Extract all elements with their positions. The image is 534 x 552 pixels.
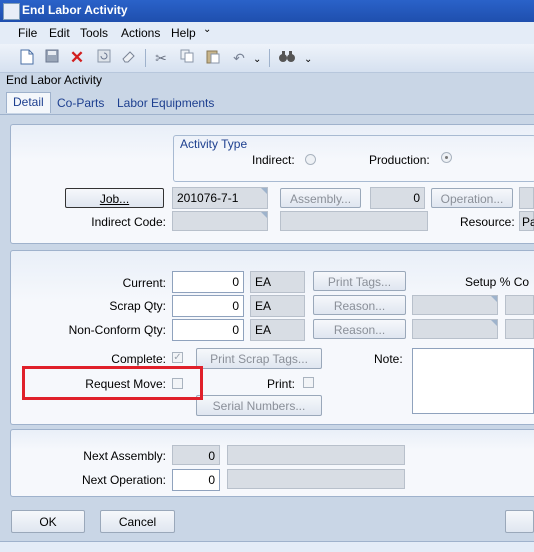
undo-icon[interactable]: ↶ xyxy=(230,49,248,67)
scrap-reason-desc xyxy=(505,295,534,315)
indirect-code-desc xyxy=(280,211,428,231)
status-bar xyxy=(0,541,534,552)
tab-detail[interactable]: Detail xyxy=(6,92,51,113)
menu-file[interactable]: File xyxy=(18,26,37,40)
print-label: Print: xyxy=(267,377,296,391)
next-operation-field[interactable]: 0 xyxy=(172,469,220,491)
nonconform-qty-field[interactable]: 0 xyxy=(172,319,244,341)
next-assembly-label: Next Assembly: xyxy=(83,449,166,463)
resource-label: Resource: xyxy=(460,215,515,229)
highlight-box xyxy=(22,366,203,400)
title-bar: End Labor Activity xyxy=(0,0,534,22)
indirect-code-field[interactable] xyxy=(172,211,268,231)
menu-help[interactable]: Help xyxy=(171,26,196,40)
current-uom-field: EA xyxy=(250,271,305,293)
activity-type-label: Activity Type xyxy=(180,137,248,151)
clear-icon[interactable] xyxy=(120,49,138,67)
help-dropdown-arrow[interactable]: ⌄ xyxy=(203,24,211,35)
form-caption: End Labor Activity xyxy=(6,73,103,87)
next-assembly-field[interactable]: 0 xyxy=(172,445,220,465)
extra-button[interactable] xyxy=(505,510,534,533)
app-icon xyxy=(3,3,20,20)
indirect-code-label: Indirect Code: xyxy=(91,215,166,229)
new-icon[interactable] xyxy=(18,49,36,67)
paste-icon[interactable] xyxy=(204,49,222,67)
menu-tools[interactable]: Tools xyxy=(80,26,108,40)
scrap-uom-field: EA xyxy=(250,295,305,317)
menu-bar: File Edit Tools Actions Help ⌄ xyxy=(0,22,534,44)
operation-button[interactable]: Operation... xyxy=(431,188,513,208)
scrap-reason-field[interactable] xyxy=(412,295,498,315)
current-label: Current: xyxy=(122,276,166,290)
job-button[interactable]: Job... xyxy=(65,188,164,208)
note-label: Note: xyxy=(374,352,403,366)
nonconform-reason-field[interactable] xyxy=(412,319,498,339)
cancel-button[interactable]: Cancel xyxy=(100,510,175,533)
tab-labor-equipments[interactable]: Labor Equipments xyxy=(117,96,214,110)
production-label: Production: xyxy=(369,153,430,167)
nonconform-reason-button[interactable]: Reason... xyxy=(313,319,406,339)
production-radio[interactable] xyxy=(441,152,452,163)
tab-co-parts[interactable]: Co-Parts xyxy=(57,96,104,110)
nonconform-uom-field: EA xyxy=(250,319,305,341)
setup-complete-label: Setup % Co xyxy=(465,275,530,289)
tab-strip: Detail Co-Parts Labor Equipments xyxy=(0,90,534,114)
complete-checkbox[interactable]: ✓ xyxy=(172,352,183,363)
window-title: End Labor Activity xyxy=(22,3,128,17)
print-tags-button[interactable]: Print Tags... xyxy=(313,271,406,291)
resource-field[interactable]: Pa xyxy=(519,211,534,231)
copy-icon[interactable] xyxy=(178,49,196,67)
current-qty-field[interactable]: 0 xyxy=(172,271,244,293)
delete-icon[interactable]: ✕ xyxy=(68,49,86,67)
operation-field[interactable] xyxy=(519,187,534,209)
nonconform-qty-label: Non-Conform Qty: xyxy=(68,323,166,337)
serial-numbers-button[interactable]: Serial Numbers... xyxy=(196,395,322,416)
note-field[interactable] xyxy=(412,348,534,414)
refresh-icon[interactable] xyxy=(95,49,113,67)
print-scrap-tags-button[interactable]: Print Scrap Tags... xyxy=(196,348,322,369)
assembly-field[interactable]: 0 xyxy=(370,187,425,209)
next-assembly-desc xyxy=(227,445,405,465)
menu-edit[interactable]: Edit xyxy=(49,26,70,40)
next-operation-label: Next Operation: xyxy=(81,473,166,487)
complete-label: Complete: xyxy=(111,352,166,366)
scrap-qty-label: Scrap Qty: xyxy=(109,299,166,313)
scrap-qty-field[interactable]: 0 xyxy=(172,295,244,317)
toolbar: ✕ ✂ ↶ ⌄ ⌄ xyxy=(0,44,534,73)
scrap-reason-button[interactable]: Reason... xyxy=(313,295,406,315)
next-operation-desc xyxy=(227,469,405,489)
find-icon[interactable] xyxy=(278,49,296,67)
print-checkbox[interactable] xyxy=(303,377,314,388)
indirect-radio[interactable] xyxy=(305,154,316,165)
indirect-label: Indirect: xyxy=(252,153,295,167)
ok-button[interactable]: OK xyxy=(11,510,85,533)
undo-dropdown-arrow[interactable]: ⌄ xyxy=(253,54,261,65)
menu-actions[interactable]: Actions xyxy=(121,26,160,40)
cut-icon[interactable]: ✂ xyxy=(152,49,170,67)
assembly-button[interactable]: Assembly... xyxy=(280,188,361,208)
nonconform-reason-desc xyxy=(505,319,534,339)
find-dropdown-arrow[interactable]: ⌄ xyxy=(304,54,312,65)
save-icon[interactable] xyxy=(43,49,61,67)
job-field[interactable]: 201076-7-1 xyxy=(172,187,268,209)
